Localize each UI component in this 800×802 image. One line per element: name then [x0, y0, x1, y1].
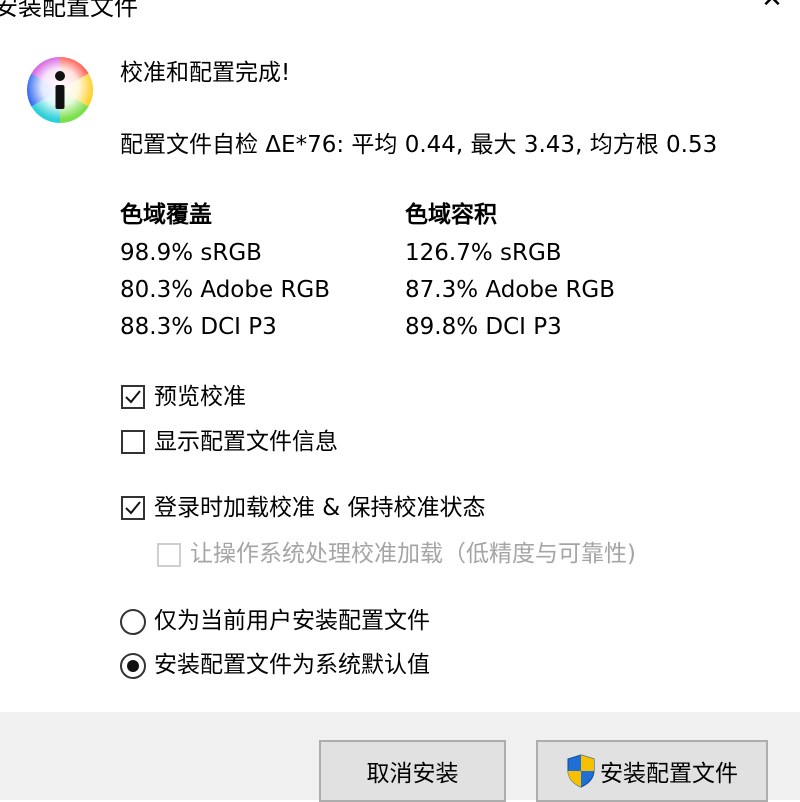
uac-shield-icon	[567, 754, 595, 788]
profile-self-check: 配置文件自检 ΔE*76: 平均 0.44, 最大 3.43, 均方根 0.53	[120, 132, 718, 158]
window-title: 安装配置文件	[0, 0, 138, 21]
checkmark-icon	[125, 390, 141, 404]
checkmark-icon	[125, 501, 141, 515]
gamut-volume-adobe-rgb: 87.3% Adobe RGB	[405, 277, 616, 303]
install-current-user-label[interactable]: 仅为当前用户安装配置文件	[154, 606, 430, 636]
load-on-login-label[interactable]: 登录时加载校准 & 保持校准状态	[154, 493, 486, 523]
gamut-coverage-header: 色域覆盖	[120, 202, 212, 228]
preview-calibration-label[interactable]: 预览校准	[154, 382, 246, 412]
radio-selected-dot	[127, 660, 139, 672]
gamut-volume-srgb: 126.7% sRGB	[405, 240, 562, 266]
completion-heading: 校准和配置完成!	[120, 60, 291, 86]
info-icon	[26, 56, 94, 124]
install-current-user-radio[interactable]	[120, 609, 146, 635]
gamut-volume-dci-p3: 89.8% DCI P3	[405, 314, 562, 340]
show-profile-info-checkbox[interactable]	[121, 430, 145, 454]
preview-calibration-checkbox[interactable]	[121, 385, 145, 409]
os-handle-calibration-checkbox	[157, 543, 181, 567]
install-system-default-radio[interactable]	[120, 653, 146, 679]
install-profile-label: 安装配置文件	[600, 761, 738, 787]
cancel-install-button[interactable]: 取消安装	[319, 740, 506, 802]
gamut-volume-header: 色域容积	[405, 202, 497, 228]
title-bar: 安装配置文件 ✕	[0, 0, 800, 22]
close-button[interactable]: ✕	[754, 0, 790, 14]
install-profile-button[interactable]: 安装配置文件	[536, 740, 768, 802]
gamut-coverage-srgb: 98.9% sRGB	[120, 240, 262, 266]
load-on-login-checkbox[interactable]	[121, 496, 145, 520]
show-profile-info-label[interactable]: 显示配置文件信息	[154, 427, 338, 457]
install-system-default-label[interactable]: 安装配置文件为系统默认值	[154, 650, 430, 680]
os-handle-calibration-label: 让操作系统处理校准加载（低精度与可靠性)	[190, 541, 636, 567]
gamut-coverage-dci-p3: 88.3% DCI P3	[120, 314, 277, 340]
cancel-install-label: 取消安装	[366, 761, 459, 787]
gamut-coverage-adobe-rgb: 80.3% Adobe RGB	[120, 277, 331, 303]
